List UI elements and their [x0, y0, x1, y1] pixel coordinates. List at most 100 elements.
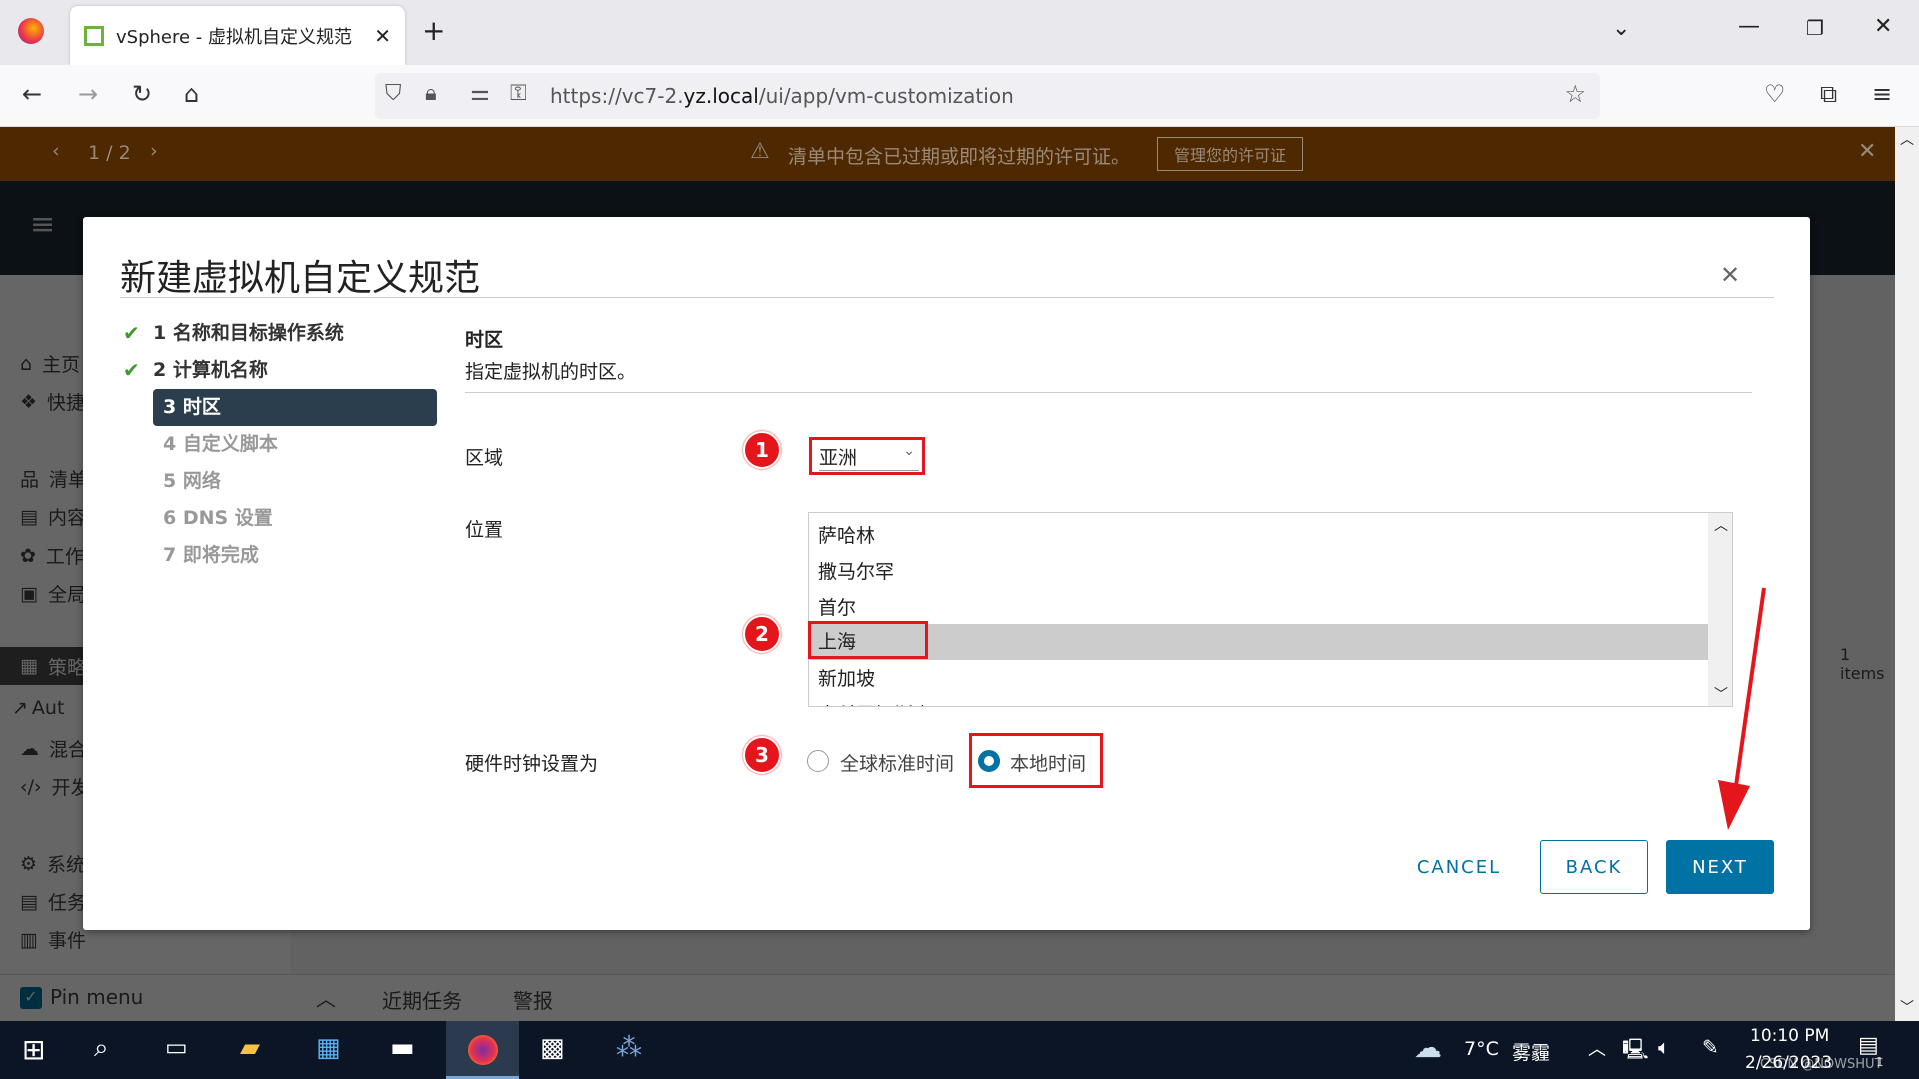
- banner-pager: 1 / 2: [88, 142, 131, 164]
- back-button[interactable]: BACK: [1540, 840, 1648, 894]
- sidebar-item-inventory[interactable]: 品清单: [20, 465, 87, 492]
- workload-icon: ✿: [20, 544, 36, 567]
- server-manager-icon[interactable]: ▦: [316, 1033, 341, 1063]
- close-window-icon[interactable]: ✕: [1874, 14, 1892, 39]
- tab-vsphere[interactable]: vSphere - 虚拟机自定义规范 ✕: [70, 6, 405, 65]
- new-vm-customization-dialog: 新建虚拟机自定义规范 ✕ ✔ 1 名称和目标操作系统 ✔ 2 计算机名称 3 时区 …: [83, 217, 1810, 930]
- sidebar-item-workload[interactable]: ✿ 工作: [20, 542, 84, 569]
- gears-icon: ⚙: [20, 852, 38, 875]
- sidebar-label: 全局: [47, 584, 86, 606]
- list-item-selected[interactable]: 上海: [809, 624, 1732, 660]
- tab-recent-tasks[interactable]: 近期任务: [382, 985, 462, 1014]
- bookmark-star-icon[interactable]: ☆: [1564, 80, 1586, 108]
- scroll-up-icon[interactable]: ︿: [1900, 129, 1914, 149]
- prev-icon[interactable]: ‹: [52, 140, 60, 162]
- hamburger-icon[interactable]: ≡: [30, 207, 55, 242]
- windows-start-icon[interactable]: ⊞: [22, 1033, 45, 1066]
- permissions-icon[interactable]: ⚌: [470, 81, 490, 106]
- area-select[interactable]: 亚洲 ⌄: [819, 443, 919, 471]
- pen-icon[interactable]: ✎: [1702, 1035, 1719, 1059]
- utc-label[interactable]: 全球标准时间: [840, 749, 954, 776]
- close-banner-icon[interactable]: ✕: [1858, 139, 1876, 164]
- close-dialog-icon[interactable]: ✕: [1720, 261, 1740, 289]
- sidebar-item-auto[interactable]: ↗ Aut: [12, 697, 64, 719]
- network-app-icon[interactable]: ⁂: [616, 1033, 642, 1063]
- sidebar-item-global[interactable]: ▣ 全局: [20, 580, 86, 607]
- shield-icon[interactable]: ⛉: [385, 81, 402, 106]
- step-3-active[interactable]: 3 时区: [153, 389, 437, 426]
- minimize-icon[interactable]: —: [1738, 14, 1760, 39]
- sidebar-label: 混合: [49, 739, 88, 761]
- search-icon[interactable]: ⌕: [94, 1033, 109, 1064]
- sidebar-item-system[interactable]: ⚙ 系统: [20, 850, 85, 877]
- reload-icon[interactable]: ↻: [132, 80, 152, 108]
- pin-menu-checkbox[interactable]: ✓: [20, 987, 42, 1009]
- sidebar-item-tasks[interactable]: ▤ 任务: [20, 888, 86, 915]
- show-hidden-icons[interactable]: ︿: [1588, 1035, 1606, 1061]
- step-2[interactable]: ✔ 2 计算机名称: [123, 352, 268, 389]
- list-item[interactable]: 新加坡: [818, 661, 1708, 697]
- tab-list-chevron-icon[interactable]: ⌄: [1612, 16, 1630, 41]
- url-path: /ui/app/vm-customization: [758, 84, 1014, 108]
- back-icon[interactable]: ←: [22, 80, 42, 108]
- next-button[interactable]: NEXT: [1666, 840, 1774, 894]
- local-time-label[interactable]: 本地时间: [1010, 749, 1086, 776]
- firefox-taskbar-button[interactable]: [446, 1021, 519, 1079]
- step-1[interactable]: ✔ 1 名称和目标操作系统: [123, 315, 344, 352]
- location-listbox[interactable]: 萨哈林 撒马尔罕 首尔 上海 新加坡 中科雷姆斯克 ︿ ﹀: [808, 512, 1733, 707]
- sidebar-item-events[interactable]: ▥ 事件: [20, 926, 86, 953]
- step-label: 6 DNS 设置: [163, 507, 273, 529]
- task-view-icon[interactable]: ▭: [165, 1033, 188, 1061]
- inventory-icon: 品: [20, 469, 40, 491]
- next-icon[interactable]: ›: [150, 140, 158, 162]
- utc-radio[interactable]: [807, 750, 829, 772]
- firefox-icon: [468, 1035, 498, 1065]
- page-scrollbar[interactable]: ︿ ﹀: [1895, 127, 1919, 1021]
- local-time-radio[interactable]: [978, 750, 1000, 772]
- dialog-title: 新建虚拟机自定义规范: [120, 258, 481, 299]
- pocket-icon[interactable]: ♡: [1764, 80, 1786, 108]
- network-icon[interactable]: 🖳︎: [1622, 1035, 1649, 1069]
- scroll-down-icon[interactable]: ﹀: [1900, 997, 1914, 1017]
- cmd-icon[interactable]: ▬: [390, 1033, 415, 1063]
- cancel-button[interactable]: CANCEL: [1403, 840, 1515, 894]
- powershell-icon[interactable]: ▩: [540, 1033, 565, 1063]
- volume-icon[interactable]: 🔈︎: [1658, 1035, 1670, 1059]
- collapse-chevron-icon[interactable]: ︿: [316, 983, 336, 1012]
- lock-icon[interactable]: 🔒︎: [425, 81, 437, 106]
- forward-icon[interactable]: →: [78, 80, 98, 108]
- list-item[interactable]: 首尔: [818, 590, 1708, 626]
- key-icon[interactable]: ⚿: [510, 81, 527, 106]
- manage-license-button[interactable]: 管理您的许可证: [1157, 137, 1304, 171]
- extensions-icon[interactable]: ⧉: [1820, 80, 1837, 108]
- sidebar-item-developer[interactable]: ‹/› 开发: [20, 773, 90, 800]
- items-count: 1 items: [1840, 645, 1885, 683]
- list-item[interactable]: 中科雷姆斯克: [818, 697, 1708, 706]
- step-label: 7 即将完成: [163, 544, 259, 566]
- tab-alarms[interactable]: 警报: [513, 985, 553, 1014]
- close-tab-icon[interactable]: ✕: [374, 24, 391, 48]
- new-tab-icon[interactable]: +: [422, 14, 445, 47]
- clock-time[interactable]: 10:10 PM: [1750, 1026, 1829, 1046]
- list-item[interactable]: 萨哈林: [818, 518, 1708, 554]
- sidebar-item-hybrid[interactable]: ☁ 混合: [20, 735, 87, 762]
- sidebar-label: 任务: [47, 892, 86, 914]
- step-5: 5 网络: [163, 463, 221, 500]
- sidebar-label: 工作: [45, 546, 84, 568]
- sidebar-item-home[interactable]: ⌂ 主页: [20, 350, 80, 377]
- scroll-up-icon[interactable]: ︿: [1714, 515, 1728, 535]
- menu-icon[interactable]: ≡: [1872, 80, 1892, 108]
- file-explorer-icon[interactable]: ▰: [240, 1033, 260, 1063]
- firefox-icon[interactable]: [18, 18, 44, 44]
- list-item[interactable]: 撒马尔罕: [818, 554, 1708, 590]
- red-arrow-annotation: [1718, 587, 1766, 830]
- annotation-badge-1: 1: [743, 431, 781, 469]
- weather-desc: 雾霾: [1512, 1042, 1551, 1064]
- home-icon[interactable]: ⌂: [184, 80, 199, 108]
- step-label: 4 自定义脚本: [163, 433, 278, 455]
- sidebar-item-shortcuts[interactable]: ❖ 快捷: [20, 388, 85, 415]
- url-bar[interactable]: ⛉ 🔒︎ ⚌ ⚿ https://vc7-2. yz.local/ui/app/v…: [375, 73, 1600, 119]
- sidebar-item-content[interactable]: ▤ 内容: [20, 503, 86, 530]
- sidebar-label: 策略: [47, 656, 86, 679]
- restore-icon[interactable]: ❐: [1806, 16, 1824, 40]
